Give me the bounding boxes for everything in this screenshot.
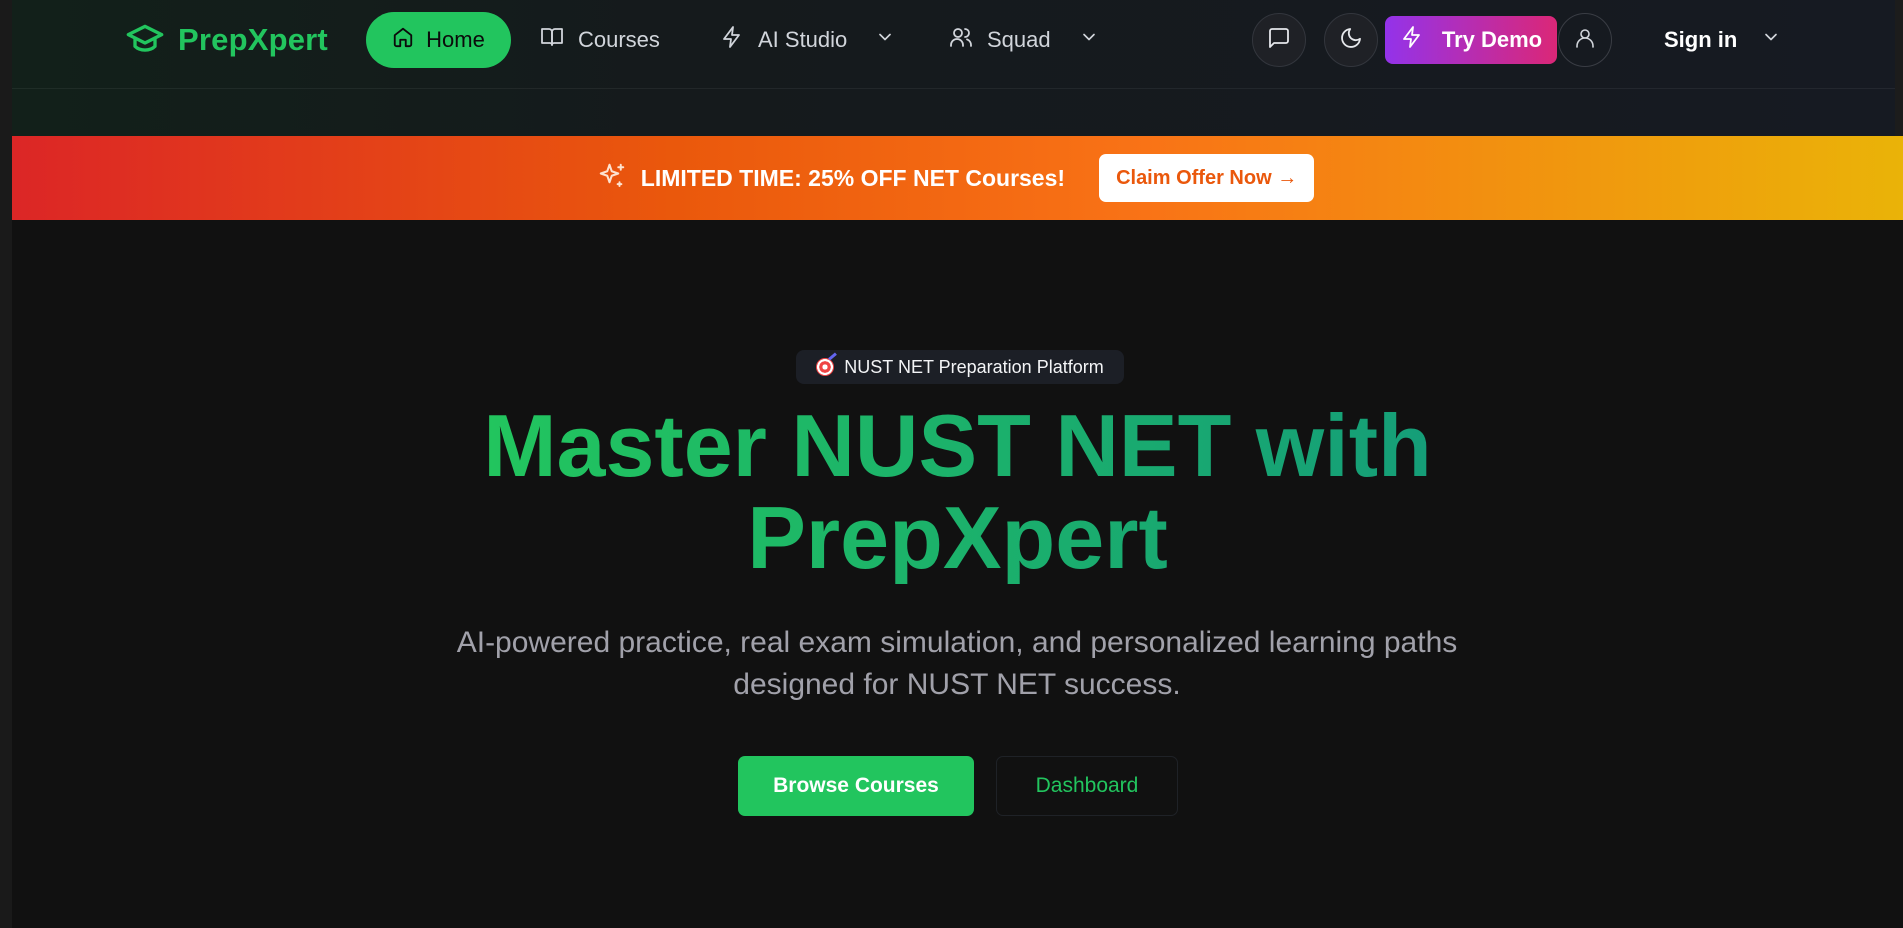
- nav-home-label: Home: [426, 27, 485, 52]
- zap-icon: [1400, 25, 1424, 55]
- graduation-cap-icon: [122, 18, 168, 63]
- navbar-divider: [12, 88, 1903, 89]
- hero-section: NUST NET Preparation Platform Master NUS…: [12, 220, 1903, 928]
- user-icon: [1573, 26, 1597, 55]
- promo-text: LIMITED TIME: 25% OFF NET Courses!: [640, 164, 1066, 191]
- theme-toggle-button[interactable]: [1324, 13, 1378, 67]
- browse-courses-button[interactable]: Browse Courses: [738, 756, 974, 816]
- sparkles-icon: [597, 161, 627, 196]
- try-demo-label: Try Demo: [1441, 27, 1543, 52]
- nav-ai-studio[interactable]: AI Studio: [720, 14, 895, 66]
- home-icon: [392, 26, 414, 54]
- nav-ai-studio-label: AI Studio: [758, 27, 848, 52]
- promo-banner: LIMITED TIME: 25% OFF NET Courses! Claim…: [12, 136, 1903, 220]
- hero-subtext-line1: AI-powered practice, real exam simulatio…: [456, 626, 1458, 659]
- user-avatar-button[interactable]: [1558, 13, 1612, 67]
- sign-in-menu[interactable]: Sign in: [1664, 14, 1781, 66]
- nav-squad-label: Squad: [987, 27, 1051, 52]
- chevron-down-icon: [861, 27, 895, 53]
- platform-badge-label: NUST NET Preparation Platform: [844, 356, 1104, 377]
- nav-courses-label: Courses: [578, 27, 660, 52]
- navbar-edge: [1895, 0, 1903, 136]
- claim-offer-button[interactable]: Claim Offer Now →: [1099, 154, 1315, 202]
- sign-in-label: Sign in: [1664, 27, 1738, 52]
- brand-logo[interactable]: PrepXpert: [122, 18, 328, 62]
- brand-name: PrepXpert: [178, 22, 328, 57]
- chat-button[interactable]: [1252, 13, 1306, 67]
- hero-subtext: AI-powered practice, real exam simulatio…: [407, 622, 1507, 706]
- dashboard-button[interactable]: Dashboard: [996, 756, 1178, 816]
- hero-subtext-line2: designed for NUST NET success.: [733, 668, 1181, 701]
- try-demo-button[interactable]: Try Demo: [1385, 16, 1557, 64]
- book-open-icon: [540, 25, 564, 55]
- chevron-down-icon: [1065, 27, 1099, 53]
- message-square-icon: [1267, 26, 1291, 55]
- hero-headline: Master NUST NET with PrepXpert: [12, 400, 1903, 584]
- nav-courses[interactable]: Courses: [540, 14, 660, 66]
- navbar: PrepXpert Home Courses AI Studio Squad T…: [12, 0, 1903, 136]
- nav-squad[interactable]: Squad: [949, 14, 1099, 66]
- nav-home-button[interactable]: Home: [366, 12, 511, 68]
- platform-badge: NUST NET Preparation Platform: [796, 350, 1124, 384]
- target-icon: [816, 358, 835, 376]
- chevron-down-icon: [1761, 27, 1781, 53]
- page: PrepXpert Home Courses AI Studio Squad T…: [12, 0, 1903, 928]
- hero-headline-line1: Master NUST NET with: [483, 396, 1432, 495]
- moon-icon: [1339, 26, 1363, 55]
- users-icon: [949, 25, 973, 55]
- zap-icon: [720, 25, 744, 55]
- hero-headline-line2: PrepXpert: [747, 488, 1168, 587]
